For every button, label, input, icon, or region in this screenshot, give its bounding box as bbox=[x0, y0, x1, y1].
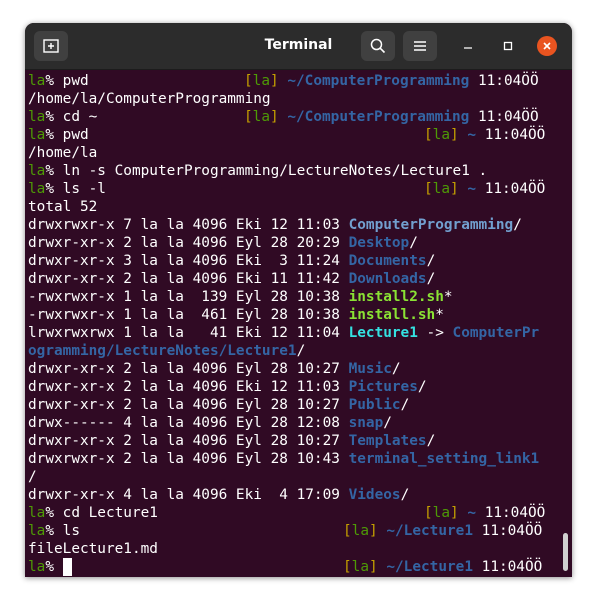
time-label: 11:04ÖÖ bbox=[484, 505, 546, 521]
command-text: ls -l bbox=[62, 181, 106, 197]
output-line: /home/la bbox=[28, 145, 98, 161]
terminal-line: la% pwd [la] ~/ComputerProgramming 11:04Ö… bbox=[28, 72, 560, 90]
search-button[interactable] bbox=[361, 31, 395, 61]
terminal-output[interactable]: la% pwd [la] ~/ComputerProgramming 11:04Ö… bbox=[28, 72, 560, 576]
dir-name: Music bbox=[348, 361, 392, 377]
terminal-line: la% pwd [la] ~ 11:04ÖÖ bbox=[28, 127, 546, 143]
ls-entry: drwxr-xr-x 2 la la 4096 Eki 11 11:42 Dow… bbox=[28, 271, 436, 287]
title-bar[interactable]: Terminal bbox=[25, 23, 572, 70]
ls-entry: -rwxrwxr-x 1 la la 139 Eyl 28 10:38 inst… bbox=[28, 289, 453, 305]
right-prompt: [la] ~/Lecture1 11:04ÖÖ bbox=[343, 559, 543, 575]
maximize-icon bbox=[503, 41, 513, 51]
ls-entry: lrwxrwxrwx 1 la la 41 Eki 12 11:04 Lectu… bbox=[28, 325, 540, 341]
ls-entry: drwxr-xr-x 4 la la 4096 Eki 4 17:09 Vide… bbox=[28, 487, 410, 503]
search-icon bbox=[370, 38, 386, 54]
cwd-path: ~ bbox=[467, 181, 477, 197]
ls-entry: drwxr-xr-x 2 la la 4096 Eyl 28 20:29 Des… bbox=[28, 235, 418, 251]
ls-entry: drwxr-xr-x 3 la la 4096 Eki 3 11:24 Docu… bbox=[28, 253, 436, 269]
dir-name: snap bbox=[348, 415, 384, 431]
cwd-path: ~/Lecture1 bbox=[386, 523, 473, 539]
time-label: 11:04ÖÖ bbox=[481, 559, 543, 575]
link-name: Lecture1 bbox=[348, 325, 418, 341]
scrollbar-thumb[interactable] bbox=[563, 533, 568, 571]
cwd-path: ~/ComputerProgramming bbox=[287, 109, 470, 125]
minimize-icon bbox=[464, 47, 472, 49]
link-target: ogramming/LectureNotes/Lecture1 bbox=[28, 343, 297, 359]
right-prompt: [la] ~/Lecture1 11:04ÖÖ bbox=[343, 523, 543, 539]
time-label: 11:04ÖÖ bbox=[484, 181, 546, 197]
ls-entry: drwx------ 4 la la 4096 Eyl 28 12:08 sna… bbox=[28, 415, 392, 431]
cwd-path: ~ bbox=[467, 505, 477, 521]
cwd-path: ~ bbox=[467, 127, 477, 143]
prompt-user: la bbox=[28, 73, 46, 89]
ls-entry: -rwxrwxr-x 1 la la 461 Eyl 28 10:38 inst… bbox=[28, 307, 444, 323]
cwd-path: ~/Lecture1 bbox=[386, 559, 473, 575]
command-text: pwd bbox=[62, 73, 89, 89]
ls-entry: drwxrwxr-x 2 la la 4096 Eyl 28 10:43 ter… bbox=[28, 451, 540, 467]
terminal-line: la% ls -l [la] ~ 11:04ÖÖ bbox=[28, 181, 546, 197]
exec-name: install2.sh bbox=[348, 289, 444, 305]
new-tab-icon bbox=[43, 39, 59, 53]
time-label: 11:04ÖÖ bbox=[481, 523, 543, 539]
output-line: total 52 bbox=[28, 199, 98, 215]
dir-name: Desktop bbox=[348, 235, 410, 251]
exec-name: install.sh bbox=[348, 307, 436, 323]
ls-entry: drwxrwxr-x 7 la la 4096 Eki 12 11:03 Com… bbox=[28, 217, 522, 233]
time-label: 11:04ÖÖ bbox=[484, 127, 546, 143]
command-text: ls bbox=[62, 523, 80, 539]
right-prompt: [la] ~ 11:04ÖÖ bbox=[424, 127, 546, 143]
time-label: 11:04ÖÖ bbox=[477, 109, 539, 125]
terminal-line: la% cd Lecture1 [la] ~ 11:04ÖÖ bbox=[28, 505, 546, 521]
maximize-button[interactable] bbox=[498, 36, 518, 56]
prompt-symbol: % bbox=[45, 73, 63, 89]
dir-name: Templates bbox=[348, 433, 427, 449]
command-text: cd ~ bbox=[62, 109, 98, 125]
ls-entry: drwxr-xr-x 2 la la 4096 Eyl 28 10:27 Tem… bbox=[28, 433, 436, 449]
command-text: ln -s ComputerProgramming/LectureNotes/L… bbox=[62, 163, 488, 179]
dir-name: Pictures bbox=[348, 379, 418, 395]
right-prompt: [la] ~ 11:04ÖÖ bbox=[424, 505, 546, 521]
command-text: cd Lecture1 bbox=[62, 505, 158, 521]
menu-icon bbox=[414, 41, 426, 51]
output-line: /home/la/ComputerProgramming bbox=[28, 91, 271, 107]
ls-entry-wrap: ogramming/LectureNotes/Lecture1/ bbox=[28, 343, 306, 359]
dir-name: Public bbox=[348, 397, 401, 413]
terminal-line: la% ls [la] ~/Lecture1 11:04ÖÖ bbox=[28, 523, 543, 539]
dir-name: Videos bbox=[348, 487, 401, 503]
ls-entry: drwxr-xr-x 2 la la 4096 Eyl 28 10:27 Pub… bbox=[28, 397, 410, 413]
command-text: pwd bbox=[62, 127, 89, 143]
terminal-line: la% cd ~ [la] ~/ComputerProgramming 11:04… bbox=[28, 109, 539, 125]
terminal-window: Terminal la% pwd [la] ~/ComputerProgramm… bbox=[25, 23, 572, 577]
dir-name: ComputerProgramming bbox=[348, 217, 514, 233]
close-button[interactable] bbox=[537, 36, 557, 56]
new-tab-button[interactable] bbox=[34, 31, 68, 61]
window-title: Terminal bbox=[264, 37, 333, 53]
terminal-line: la% [la] ~/Lecture1 11:04ÖÖ bbox=[28, 558, 543, 576]
minimize-button[interactable] bbox=[458, 36, 478, 56]
ls-entry-wrap: / bbox=[28, 469, 37, 485]
dir-name: terminal_setting_link1 bbox=[348, 451, 540, 467]
ls-entry: drwxr-xr-x 2 la la 4096 Eyl 28 10:27 Mus… bbox=[28, 361, 401, 377]
close-icon bbox=[543, 42, 551, 50]
right-prompt: [la] ~ 11:04ÖÖ bbox=[424, 181, 546, 197]
cwd-path: ~/ComputerProgramming bbox=[287, 73, 470, 89]
right-prompt: [la] ~/ComputerProgramming 11:04ÖÖ bbox=[244, 109, 539, 125]
menu-button[interactable] bbox=[403, 31, 437, 61]
terminal-line: la% ln -s ComputerProgramming/LectureNot… bbox=[28, 163, 488, 179]
dir-name: Documents bbox=[348, 253, 427, 269]
dir-name: Downloads bbox=[348, 271, 427, 287]
link-target: ComputerPr bbox=[452, 325, 540, 341]
time-label: 11:04ÖÖ bbox=[477, 73, 539, 89]
text-cursor[interactable] bbox=[62, 558, 72, 576]
ls-entry: drwxr-xr-x 2 la la 4096 Eki 12 11:03 Pic… bbox=[28, 379, 427, 395]
output-line: fileLecture1.md bbox=[28, 541, 158, 557]
right-prompt: [la] ~/ComputerProgramming 11:04ÖÖ bbox=[244, 73, 539, 89]
